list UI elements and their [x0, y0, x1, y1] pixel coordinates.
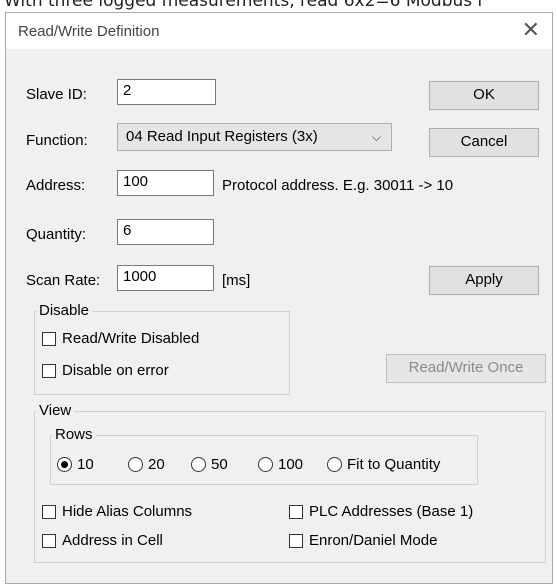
address-hint: Protocol address. E.g. 30011 -> 10	[222, 177, 454, 194]
view-group-title: View	[36, 403, 75, 419]
rows-option-50-label: 50	[211, 456, 228, 473]
plc-addresses-label: PLC Addresses (Base 1)	[309, 503, 474, 520]
scan-rate-unit: [ms]	[222, 272, 251, 289]
radio-10[interactable]	[57, 457, 72, 472]
read-write-disabled-label: Read/Write Disabled	[62, 330, 200, 347]
chevron-down-icon: ⌵	[371, 130, 381, 144]
hide-alias-columns-checkbox[interactable]: Hide Alias Columns	[42, 503, 192, 520]
function-label: Function:	[26, 132, 88, 149]
radio-20[interactable]	[128, 457, 143, 472]
background-document-text: With three logged measurements, read 6x2…	[4, 0, 485, 11]
read-write-definition-dialog: Read/Write Definition ✕ Slave ID: 2 Func…	[5, 12, 553, 584]
address-label: Address:	[26, 177, 86, 194]
rows-option-fit[interactable]: Fit to Quantity	[327, 456, 440, 473]
rows-option-100-label: 100	[278, 456, 304, 473]
read-write-disabled-checkbox[interactable]: Read/Write Disabled	[42, 330, 199, 347]
read-write-disabled-box[interactable]	[42, 331, 56, 346]
quantity-label: Quantity:	[26, 226, 87, 243]
function-select-value: 04 Read Input Registers (3x)	[126, 128, 318, 145]
slave-id-label: Slave ID:	[26, 86, 87, 103]
disable-on-error-box[interactable]	[42, 363, 56, 378]
disable-on-error-label: Disable on error	[62, 362, 169, 379]
rows-option-10-label: 10	[77, 456, 94, 473]
address-input[interactable]: 100	[117, 170, 214, 196]
title-bar: Read/Write Definition ✕	[6, 13, 552, 49]
dialog-title: Read/Write Definition	[18, 23, 160, 40]
scan-rate-label: Scan Rate:	[26, 272, 101, 289]
enron-daniel-mode-checkbox[interactable]: Enron/Daniel Mode	[289, 532, 437, 549]
enron-daniel-mode-label: Enron/Daniel Mode	[309, 532, 438, 549]
hide-alias-columns-box[interactable]	[42, 504, 56, 519]
quantity-input[interactable]: 6	[117, 219, 214, 245]
address-in-cell-box[interactable]	[42, 533, 56, 548]
radio-fit[interactable]	[327, 457, 342, 472]
disable-group	[34, 311, 290, 395]
rows-option-10[interactable]: 10	[57, 456, 94, 473]
radio-100[interactable]	[258, 457, 273, 472]
address-in-cell-label: Address in Cell	[62, 532, 163, 549]
function-select[interactable]: 04 Read Input Registers (3x) ⌵	[117, 123, 392, 151]
read-write-once-button[interactable]: Read/Write Once	[386, 354, 546, 383]
plc-addresses-box[interactable]	[289, 504, 303, 519]
enron-daniel-mode-box[interactable]	[289, 533, 303, 548]
slave-id-input[interactable]: 2	[117, 79, 216, 105]
radio-50[interactable]	[191, 457, 206, 472]
cancel-button[interactable]: Cancel	[429, 128, 539, 157]
apply-button[interactable]: Apply	[429, 266, 539, 295]
rows-group-title: Rows	[52, 427, 96, 443]
disable-group-title: Disable	[36, 303, 93, 319]
address-in-cell-checkbox[interactable]: Address in Cell	[42, 532, 163, 549]
ok-button[interactable]: OK	[429, 81, 539, 110]
hide-alias-columns-label: Hide Alias Columns	[62, 503, 193, 520]
plc-addresses-checkbox[interactable]: PLC Addresses (Base 1)	[289, 503, 473, 520]
close-icon[interactable]: ✕	[522, 19, 540, 41]
rows-option-20-label: 20	[148, 456, 165, 473]
rows-option-fit-label: Fit to Quantity	[347, 456, 441, 473]
rows-option-100[interactable]: 100	[258, 456, 303, 473]
disable-on-error-checkbox[interactable]: Disable on error	[42, 362, 169, 379]
scan-rate-input[interactable]: 1000	[117, 265, 214, 291]
rows-option-50[interactable]: 50	[191, 456, 228, 473]
rows-option-20[interactable]: 20	[128, 456, 165, 473]
